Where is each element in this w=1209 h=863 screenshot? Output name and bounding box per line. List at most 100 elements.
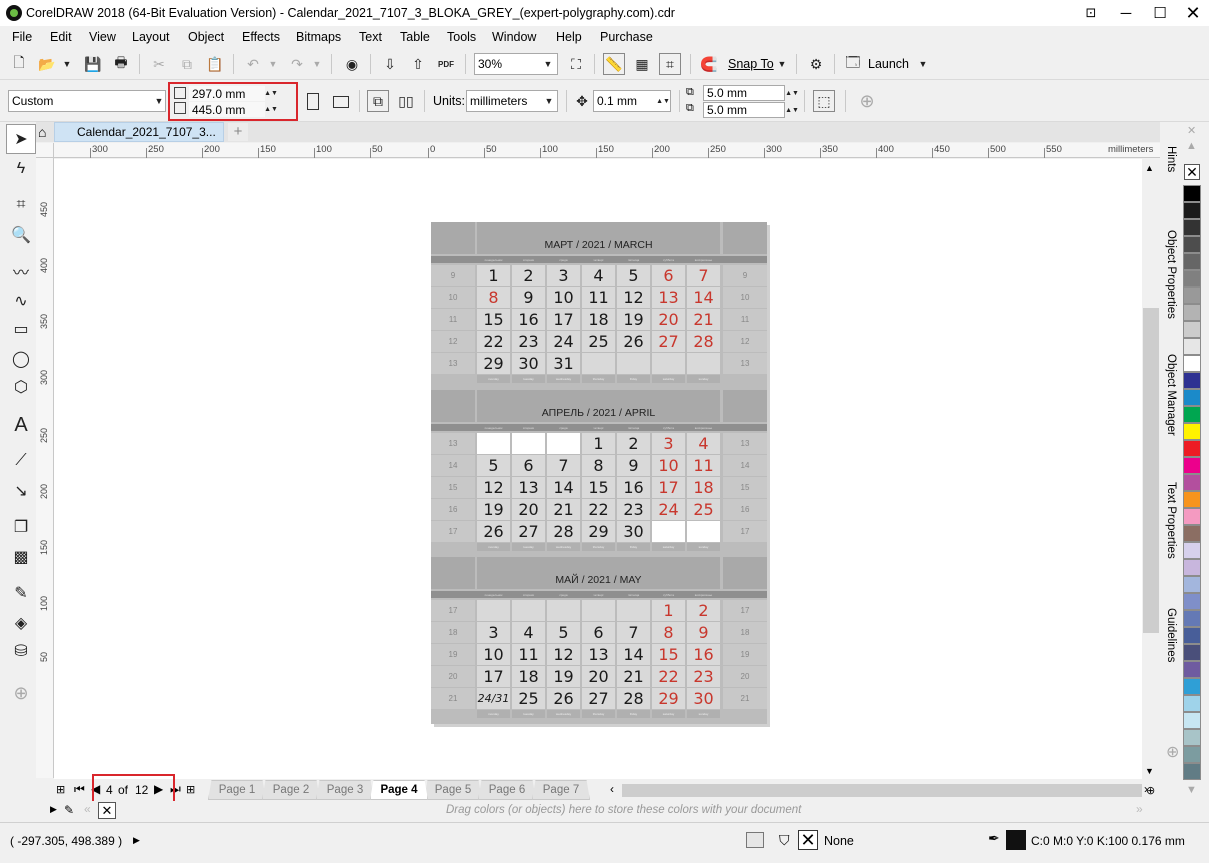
dimension-tool-icon[interactable]: ⟋ [6, 446, 36, 476]
menu-bitmaps[interactable]: Bitmaps [296, 30, 341, 44]
day-cell[interactable]: 18 [512, 666, 545, 687]
day-cell[interactable]: 7 [617, 622, 650, 643]
day-cell[interactable]: 26 [617, 331, 650, 352]
ruler-origin[interactable] [36, 143, 54, 158]
color-swatch[interactable] [1183, 236, 1201, 253]
color-swatch[interactable] [1183, 338, 1201, 355]
day-cell[interactable]: 5 [617, 265, 650, 286]
nudge-spinner-icon[interactable]: ▲▼ [656, 92, 670, 110]
menu-table[interactable]: Table [400, 30, 430, 44]
day-cell[interactable]: 14 [687, 287, 720, 308]
day-cell[interactable]: 6 [582, 622, 615, 643]
color-swatch[interactable] [1183, 712, 1201, 729]
day-cell[interactable]: 9 [617, 455, 650, 476]
import-icon[interactable]: ⇩ [379, 53, 401, 75]
polygon-tool-icon[interactable]: ⬡ [6, 372, 36, 402]
day-cell[interactable]: 2 [687, 600, 720, 621]
day-cell[interactable]: 18 [687, 477, 720, 498]
redo-icon[interactable]: ↷ [286, 53, 308, 75]
chevron-down-icon[interactable]: ▼ [542, 94, 556, 108]
color-swatch[interactable] [1183, 202, 1201, 219]
day-cell[interactable]: 3 [652, 433, 685, 454]
day-cell[interactable]: 19 [547, 666, 580, 687]
day-cell[interactable]: 5 [477, 455, 510, 476]
day-cell[interactable]: 25 [512, 688, 545, 709]
color-swatch[interactable] [1183, 678, 1201, 695]
dup-y-spinner-icon[interactable]: ▲▼ [785, 103, 799, 117]
eyedropper-icon[interactable]: ✎ [64, 803, 74, 817]
day-cell[interactable]: 2 [617, 433, 650, 454]
day-cell[interactable]: 6 [512, 455, 545, 476]
color-swatch[interactable] [1183, 185, 1201, 202]
ellipse-tool-icon[interactable]: ◯ [6, 344, 36, 374]
day-cell[interactable]: 16 [512, 309, 545, 330]
zoom-tool-icon[interactable]: 🔍 [6, 220, 36, 250]
day-cell[interactable]: 3 [547, 265, 580, 286]
day-cell[interactable] [687, 521, 720, 542]
day-cell[interactable]: 4 [582, 265, 615, 286]
export-icon[interactable]: ⇧ [407, 53, 429, 75]
day-cell[interactable] [477, 600, 510, 621]
day-cell[interactable]: 10 [477, 644, 510, 665]
color-swatch[interactable] [1183, 644, 1201, 661]
menu-object[interactable]: Object [188, 30, 224, 44]
day-cell[interactable]: 30 [687, 688, 720, 709]
day-cell[interactable]: 18 [582, 309, 615, 330]
docker-close-icon[interactable]: ✕ [1187, 124, 1196, 137]
show-guidelines-icon[interactable]: ⌗ [659, 53, 681, 75]
color-swatch[interactable] [1183, 219, 1201, 236]
scroll-up-icon[interactable]: ▲ [1145, 163, 1154, 173]
snap-to-icon[interactable]: 🧲 [698, 53, 720, 75]
day-cell[interactable]: 13 [582, 644, 615, 665]
day-cell[interactable] [617, 353, 650, 374]
minimize-button[interactable]: ─ [1109, 0, 1143, 26]
treat-as-filled-icon[interactable]: ⬚ [813, 90, 835, 112]
publish-pdf-icon[interactable]: PDF [435, 53, 457, 75]
cut-icon[interactable]: ✂ [148, 53, 170, 75]
color-swatch[interactable] [1183, 491, 1201, 508]
day-cell[interactable]: 21 [617, 666, 650, 687]
day-cell[interactable] [582, 600, 615, 621]
gear-icon[interactable]: ⚙ [805, 53, 827, 75]
menu-text[interactable]: Text [359, 30, 382, 44]
first-page-icon[interactable]: ⏮ [74, 782, 85, 797]
color-swatch[interactable] [1183, 253, 1201, 270]
maximize-button[interactable]: ☐ [1143, 0, 1177, 26]
color-swatch[interactable] [1183, 270, 1201, 287]
all-pages-icon[interactable]: ⧉ [367, 90, 389, 112]
color-swatch[interactable] [1183, 542, 1201, 559]
day-cell[interactable] [512, 433, 545, 454]
day-cell[interactable]: 17 [652, 477, 685, 498]
scroll-up-icon[interactable]: ▲ [1186, 140, 1197, 152]
search-content-icon[interactable]: ◉ [341, 53, 363, 75]
no-fill-swatch[interactable]: ✕ [798, 830, 818, 850]
duplicate-x-field[interactable]: 5.0 mm [703, 85, 785, 101]
day-cell[interactable]: 8 [652, 622, 685, 643]
page-tab-7[interactable]: Page 7 [532, 780, 590, 800]
day-cell[interactable]: 12 [547, 644, 580, 665]
day-cell[interactable]: 9 [687, 622, 720, 643]
day-cell[interactable]: 8 [582, 455, 615, 476]
vertical-ruler[interactable]: 450 400 350 300 250 200 150 100 50 [36, 158, 54, 778]
day-cell[interactable]: 16 [687, 644, 720, 665]
menu-view[interactable]: View [89, 30, 116, 44]
day-cell[interactable]: 27 [652, 331, 685, 352]
docker-tab-guidelines[interactable]: Guidelines [1160, 604, 1182, 684]
outline-color-swatch[interactable] [1006, 830, 1026, 850]
day-cell[interactable]: 4 [512, 622, 545, 643]
page-tab-3[interactable]: Page 3 [316, 780, 374, 800]
color-swatch[interactable] [1183, 627, 1201, 644]
day-cell[interactable]: 15 [477, 309, 510, 330]
show-grid-icon[interactable]: ▦ [631, 53, 653, 75]
day-cell[interactable]: 12 [477, 477, 510, 498]
color-swatch[interactable] [1183, 729, 1201, 746]
day-cell[interactable]: 31 [547, 353, 580, 374]
freehand-tool-icon[interactable]: 〰 [6, 256, 36, 286]
connector-tool-icon[interactable]: ↘ [6, 476, 36, 506]
color-swatch[interactable] [1183, 389, 1201, 406]
day-cell[interactable]: 24 [652, 499, 685, 520]
save-icon[interactable]: 💾 [82, 53, 104, 75]
horizontal-ruler[interactable]: 300 250 200 150 100 50 0 50 100 150 200 250 300 350 40… [54, 143, 1160, 158]
scroll-down-icon[interactable]: ▼ [1145, 766, 1154, 776]
close-button[interactable]: ✕ [1177, 0, 1209, 26]
